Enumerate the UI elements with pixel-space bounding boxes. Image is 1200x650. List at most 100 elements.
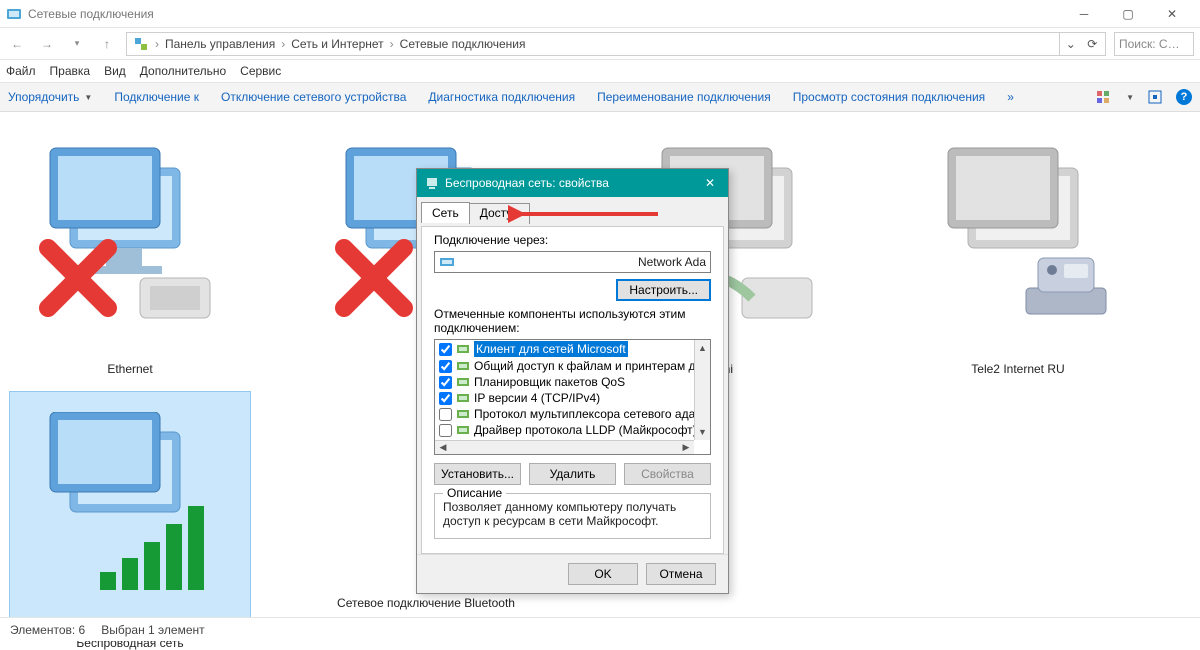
- gear-icon[interactable]: [1148, 90, 1162, 104]
- help-icon[interactable]: ?: [1176, 89, 1192, 105]
- maximize-button[interactable]: ▢: [1106, 0, 1150, 28]
- forward-button[interactable]: →: [36, 33, 58, 55]
- adapter-label: Сетевое подключение Bluetooth: [337, 592, 515, 610]
- menu-view[interactable]: Вид: [104, 64, 126, 78]
- menubar: Файл Правка Вид Дополнительно Сервис: [0, 60, 1200, 82]
- refresh-button[interactable]: ⟳: [1082, 33, 1104, 55]
- adapter-wireless[interactable]: Беспроводная сеть: [10, 392, 250, 650]
- component-row[interactable]: Протокол мультиплексора сетевого адаптер…: [435, 406, 694, 422]
- component-label: Протокол мультиплексора сетевого адаптер…: [474, 407, 694, 421]
- component-row[interactable]: Общий доступ к файлам и принтерам для се…: [435, 358, 694, 374]
- chevron-right-icon: ›: [388, 37, 396, 51]
- crumb-1[interactable]: Сеть и Интернет: [287, 37, 387, 51]
- properties-dialog: Беспроводная сеть: свойства ✕ Сеть Досту…: [416, 168, 729, 594]
- component-icon: [456, 423, 470, 437]
- statusbar: Элементов: 6 Выбран 1 элемент: [0, 617, 1200, 641]
- menu-edit[interactable]: Правка: [50, 64, 91, 78]
- install-button[interactable]: Установить...: [434, 463, 521, 485]
- component-icon: [456, 342, 470, 356]
- scrollbar-horizontal[interactable]: ◀ ▶: [435, 440, 694, 454]
- recent-button[interactable]: ▾: [66, 33, 88, 55]
- adapter-icon: [425, 176, 439, 190]
- chevron-down-icon: ▼: [84, 93, 92, 102]
- component-label: Клиент для сетей Microsoft: [474, 341, 628, 357]
- component-label: IP версии 4 (TCP/IPv4): [474, 391, 600, 405]
- search-input[interactable]: Поиск: С…: [1114, 32, 1194, 56]
- dropdown-button[interactable]: ⌄: [1060, 33, 1082, 55]
- tab-access[interactable]: Доступ: [469, 203, 530, 224]
- components-list[interactable]: Клиент для сетей Microsoft Общий доступ к…: [434, 339, 711, 455]
- app-icon: [6, 6, 22, 22]
- chevron-right-icon: ›: [153, 37, 161, 51]
- close-button[interactable]: ✕: [1150, 0, 1194, 28]
- view-options-icon[interactable]: [1096, 90, 1110, 104]
- scroll-down-icon[interactable]: ▼: [695, 424, 710, 440]
- tab-network[interactable]: Сеть: [421, 202, 470, 223]
- minimize-button[interactable]: ─: [1062, 0, 1106, 28]
- component-row[interactable]: IP версии 4 (TCP/IPv4): [435, 390, 694, 406]
- adapter-name-field: Network Ada: [434, 251, 711, 273]
- crumb-0[interactable]: Панель управления: [161, 37, 279, 51]
- cmd-rename[interactable]: Переименование подключения: [597, 90, 771, 104]
- component-checkbox[interactable]: [439, 408, 452, 421]
- ok-button[interactable]: OK: [568, 563, 638, 585]
- component-label: Общий доступ к файлам и принтерам для се…: [474, 359, 694, 373]
- remove-button[interactable]: Удалить: [529, 463, 616, 485]
- adapter-name-text: Network Ada: [638, 255, 706, 269]
- status-elements: Элементов: 6: [10, 623, 85, 637]
- dialog-titlebar[interactable]: Беспроводная сеть: свойства ✕: [417, 169, 728, 197]
- cmd-more[interactable]: »: [1007, 90, 1014, 104]
- cmd-diagnose[interactable]: Диагностика подключения: [428, 90, 575, 104]
- component-checkbox[interactable]: [439, 424, 452, 437]
- description-text: Позволяет данному компьютеру получать до…: [443, 500, 702, 528]
- scroll-left-icon[interactable]: ◀: [435, 441, 451, 454]
- cancel-button[interactable]: Отмена: [646, 563, 716, 585]
- component-row[interactable]: Планировщик пакетов QoS: [435, 374, 694, 390]
- navbar: ← → ▾ ↑ › Панель управления › Сеть и Инт…: [0, 28, 1200, 60]
- component-checkbox[interactable]: [439, 376, 452, 389]
- component-icon: [456, 375, 470, 389]
- nic-icon: [439, 254, 455, 270]
- component-label: Драйвер протокола LLDP (Майкрософт): [474, 423, 694, 437]
- window-titlebar: Сетевые подключения ─ ▢ ✕: [0, 0, 1200, 28]
- component-row[interactable]: Драйвер протокола LLDP (Майкрософт): [435, 422, 694, 438]
- cmd-status[interactable]: Просмотр состояния подключения: [793, 90, 985, 104]
- component-checkbox[interactable]: [439, 343, 452, 356]
- cmd-disable[interactable]: Отключение сетевого устройства: [221, 90, 406, 104]
- network-icon: [133, 36, 149, 52]
- component-icon: [456, 391, 470, 405]
- scrollbar-vertical[interactable]: ▲ ▼: [694, 340, 710, 440]
- description-group: Описание Позволяет данному компьютеру по…: [434, 493, 711, 539]
- component-label: Планировщик пакетов QoS: [474, 375, 625, 389]
- scroll-right-icon[interactable]: ▶: [678, 441, 694, 454]
- configure-button[interactable]: Настроить...: [616, 279, 711, 301]
- breadcrumb[interactable]: › Панель управления › Сеть и Интернет › …: [126, 32, 1106, 56]
- search-placeholder: Поиск: С…: [1119, 37, 1180, 51]
- dialog-title: Беспроводная сеть: свойства: [445, 176, 609, 190]
- adapter-ethernet[interactable]: Ethernet: [10, 118, 250, 376]
- components-label: Отмеченные компоненты используются этим …: [434, 307, 711, 335]
- status-selected: Выбран 1 элемент: [101, 623, 204, 637]
- adapter-tele2[interactable]: Tele2 Internet RU: [898, 118, 1138, 376]
- chevron-right-icon: ›: [279, 37, 287, 51]
- component-row[interactable]: Клиент для сетей Microsoft: [435, 340, 694, 358]
- menu-extra[interactable]: Дополнительно: [140, 64, 226, 78]
- component-checkbox[interactable]: [439, 360, 452, 373]
- menu-service[interactable]: Сервис: [240, 64, 281, 78]
- commandbar: Упорядочить▼ Подключение к Отключение се…: [0, 82, 1200, 112]
- up-button[interactable]: ↑: [96, 33, 118, 55]
- cmd-connect[interactable]: Подключение к: [114, 90, 199, 104]
- cmd-organize[interactable]: Упорядочить▼: [8, 90, 92, 104]
- connect-via-label: Подключение через:: [434, 233, 711, 247]
- back-button[interactable]: ←: [6, 33, 28, 55]
- chevron-down-icon[interactable]: ▼: [1126, 93, 1134, 102]
- scroll-up-icon[interactable]: ▲: [695, 340, 710, 356]
- menu-file[interactable]: Файл: [6, 64, 36, 78]
- dialog-close-button[interactable]: ✕: [700, 176, 720, 190]
- window-title: Сетевые подключения: [28, 7, 154, 21]
- properties-button[interactable]: Свойства: [624, 463, 711, 485]
- component-checkbox[interactable]: [439, 392, 452, 405]
- crumb-2[interactable]: Сетевые подключения: [396, 37, 530, 51]
- adapter-label: Ethernet: [107, 358, 152, 376]
- description-legend: Описание: [443, 486, 506, 500]
